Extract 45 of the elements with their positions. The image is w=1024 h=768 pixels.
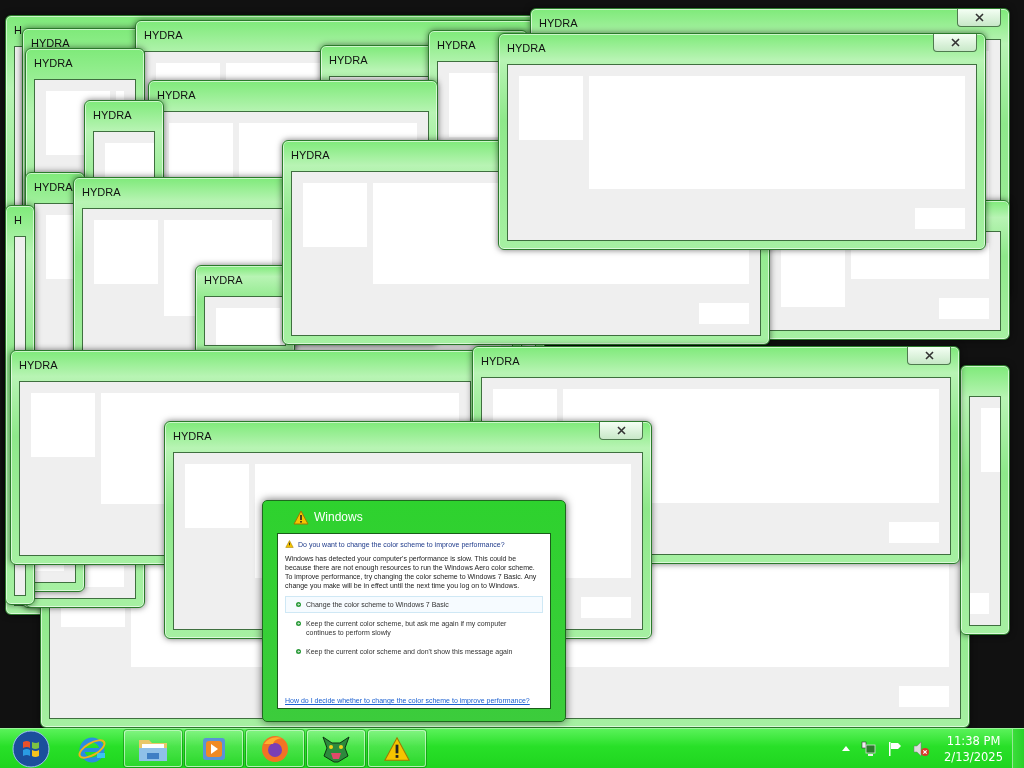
window-title: HYDRA <box>291 148 330 162</box>
window-title: HYDRA <box>481 354 520 368</box>
warning-icon <box>383 735 411 762</box>
folder-button[interactable] <box>124 730 182 767</box>
window-title: HYDRA <box>157 88 196 102</box>
arrow-icon <box>296 602 301 607</box>
window-title: HYDRA <box>507 41 546 55</box>
window-title: HYDRA <box>437 38 476 52</box>
globe-button[interactable] <box>246 730 304 767</box>
close-button[interactable] <box>957 9 1001 27</box>
close-button[interactable] <box>907 347 951 365</box>
window-title: HYDRA <box>34 180 73 194</box>
globe-icon <box>260 733 290 764</box>
network-icon[interactable] <box>861 740 878 757</box>
muted-speaker-icon[interactable] <box>913 740 930 757</box>
window-title: HYDRA <box>173 429 212 443</box>
window-title: HYDRA <box>539 16 578 30</box>
close-icon <box>924 351 934 360</box>
window-title: HYDRA <box>93 108 132 122</box>
window-title: HYDRA <box>34 56 73 70</box>
media-button[interactable] <box>185 730 243 767</box>
window-title: H <box>14 23 22 37</box>
dialog-title: Windows <box>314 510 363 524</box>
clock-date: 2/13/2025 <box>944 748 1003 765</box>
window-title: HYDRA <box>19 358 58 372</box>
close-icon <box>974 13 984 22</box>
window-title: HYDRA <box>204 273 243 287</box>
window-title: HYDRA <box>329 53 368 67</box>
close-button[interactable] <box>933 34 977 52</box>
creature-icon <box>320 733 352 764</box>
close-icon <box>950 38 960 47</box>
close-icon <box>616 426 626 435</box>
arrow-icon <box>296 621 301 626</box>
window-title: H <box>14 213 22 227</box>
window-title: HYDRA <box>82 185 121 199</box>
warning-icon <box>285 540 294 548</box>
window-title: HYDRA <box>31 36 70 50</box>
arrow-icon <box>296 649 301 654</box>
window-title: HYDRA <box>144 28 183 42</box>
creature-button[interactable] <box>307 730 365 767</box>
clock-time: 11:38 PM <box>946 732 1001 749</box>
close-button[interactable] <box>599 422 643 440</box>
windows-orb-icon <box>12 729 50 768</box>
warning-icon <box>293 509 309 525</box>
play-icon <box>201 735 227 762</box>
